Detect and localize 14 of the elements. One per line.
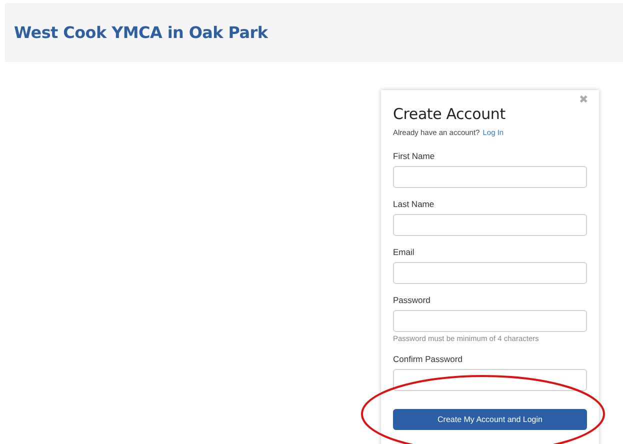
create-account-button[interactable]: Create My Account and Login xyxy=(393,409,587,430)
field-label: Last Name xyxy=(393,199,436,209)
page-title: West Cook YMCA in Oak Park xyxy=(14,23,268,42)
field-label: Password xyxy=(393,295,432,305)
input-field[interactable] xyxy=(393,262,587,284)
field-label: First Name xyxy=(393,151,436,161)
input-field[interactable] xyxy=(393,214,587,236)
close-button[interactable]: ✖ xyxy=(579,93,588,106)
field-label: Email xyxy=(393,247,416,257)
field-label: Confirm Password xyxy=(393,354,464,364)
dialog-title: Create Account xyxy=(393,105,506,123)
input-field[interactable] xyxy=(393,310,587,332)
input-field[interactable] xyxy=(393,369,587,391)
input-field[interactable] xyxy=(393,166,587,188)
